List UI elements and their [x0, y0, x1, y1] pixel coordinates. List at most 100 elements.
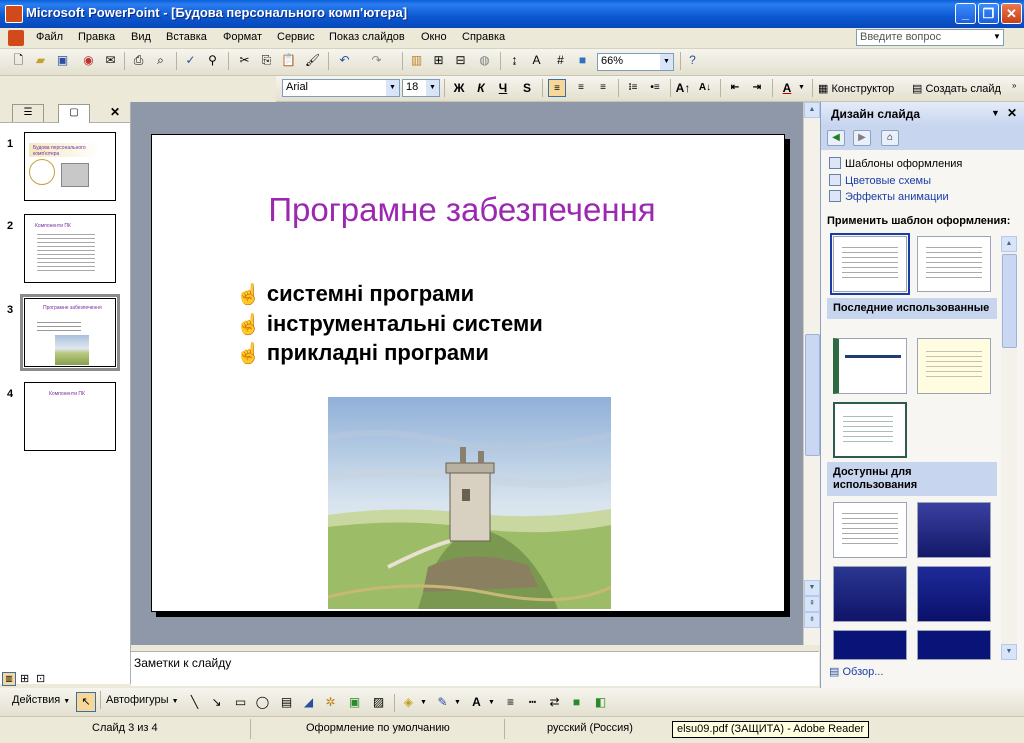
paste-icon[interactable]: 📋 [280, 52, 297, 69]
template-default-2[interactable] [917, 236, 991, 292]
template-available-2[interactable] [917, 502, 991, 558]
oval-icon[interactable]: ◯ [254, 694, 271, 711]
line-icon[interactable]: ╲ [186, 694, 203, 711]
menu-format[interactable]: Формат [223, 31, 262, 43]
template-available-3[interactable] [833, 566, 907, 622]
italic-button[interactable]: К [472, 79, 490, 97]
scroll-thumb[interactable] [805, 334, 820, 456]
template-default[interactable] [830, 233, 910, 295]
scroll-up-icon[interactable]: ▲ [1001, 236, 1017, 252]
castle-picture[interactable] [328, 397, 611, 609]
template-available-5[interactable] [833, 630, 907, 660]
previous-slide-icon[interactable]: ⇞ [804, 596, 820, 612]
save-icon[interactable]: ▣ [54, 52, 71, 69]
numbering-icon[interactable]: ⁝≡ [624, 79, 642, 97]
undo-icon[interactable]: ↶ [336, 52, 353, 69]
expand-all-icon[interactable]: ↨ [506, 52, 523, 69]
print-preview-icon[interactable]: ⌕ [152, 52, 169, 69]
font-size-combo[interactable]: 18 ▼ [402, 79, 440, 97]
spelling-icon[interactable]: ✓ [182, 52, 199, 69]
rectangle-icon[interactable]: ▭ [232, 694, 249, 711]
slide-vertical-scrollbar[interactable]: ▲ ▼ ⇞ ⇟ [803, 102, 820, 645]
slide-thumbnail-1[interactable]: Будова персонального комп'ютера [24, 132, 116, 201]
notes-pane[interactable]: Заметки к слайду [131, 651, 819, 686]
fill-color-icon[interactable]: ◈ [400, 694, 417, 711]
scroll-up-icon[interactable]: ▲ [804, 102, 820, 118]
slideshow-icon[interactable]: ⊡ [36, 672, 45, 685]
chevron-down-icon[interactable]: ▼ [420, 699, 427, 706]
chevron-down-icon[interactable]: ▼ [426, 80, 439, 96]
email-icon[interactable]: ✉ [102, 52, 119, 69]
cut-icon[interactable]: ✂ [236, 52, 253, 69]
shadow-style-icon[interactable]: ■ [568, 694, 585, 711]
toolbar-options-icon[interactable]: » [1012, 81, 1016, 90]
permission-icon[interactable]: ◉ [80, 52, 97, 69]
link-design-templates[interactable]: Шаблоны оформления [829, 157, 962, 170]
document-icon[interactable] [8, 30, 24, 46]
font-combo[interactable]: Arial ▼ [282, 79, 400, 97]
close-button[interactable]: ✕ [1001, 3, 1022, 24]
chevron-down-icon[interactable]: ▼ [798, 84, 805, 91]
tables-borders-icon[interactable]: ⊟ [452, 52, 469, 69]
bold-button[interactable]: Ж [450, 79, 468, 97]
increase-font-icon[interactable]: A↑ [674, 79, 692, 97]
print-icon[interactable]: ⎙ [130, 52, 147, 69]
select-pointer-icon[interactable]: ↖ [76, 692, 96, 712]
minimize-button[interactable]: _ [955, 3, 976, 24]
chevron-down-icon[interactable]: ▼ [993, 32, 1001, 41]
show-formatting-icon[interactable]: A [528, 52, 545, 69]
scroll-thumb[interactable] [1002, 254, 1017, 348]
dash-style-icon[interactable]: ┅ [524, 694, 541, 711]
autoshapes-menu[interactable]: Автофигуры ▼ [106, 694, 179, 706]
line-style-icon[interactable]: ≡ [502, 694, 519, 711]
textbox-icon[interactable]: ▤ [278, 694, 295, 711]
maximize-button[interactable]: ❐ [978, 3, 999, 24]
chevron-down-icon[interactable]: ▼ [488, 699, 495, 706]
font-color-icon[interactable]: A [468, 694, 485, 711]
ask-question-input[interactable]: Введите вопрос [856, 29, 1004, 46]
insert-chart-icon[interactable]: ▥ [408, 52, 425, 69]
diagram-icon[interactable]: ✲ [322, 694, 339, 711]
menu-view[interactable]: Вид [131, 31, 151, 43]
menu-window[interactable]: Окно [421, 31, 447, 43]
3d-style-icon[interactable]: ◧ [592, 694, 609, 711]
bullet-item[interactable]: ☝ прикладні програми [236, 340, 489, 366]
slide-canvas[interactable]: Програмне забезпечення ☝ системні програм… [151, 134, 785, 612]
show-grid-icon[interactable]: # [552, 52, 569, 69]
align-center-icon[interactable]: ≡ [572, 79, 590, 97]
arrow-icon[interactable]: ↘ [208, 694, 225, 711]
wordart-icon[interactable]: ◢ [300, 694, 317, 711]
increase-indent-icon[interactable]: ⇥ [748, 79, 766, 97]
line-color-icon[interactable]: ✎ [434, 694, 451, 711]
menu-edit[interactable]: Правка [78, 31, 115, 43]
task-pane-scrollbar[interactable]: ▲ ▼ [1001, 236, 1017, 660]
zoom-combo[interactable]: 66% ▼ [597, 53, 674, 71]
align-left-icon[interactable]: ≡ [548, 79, 566, 97]
close-icon[interactable]: ✕ [1007, 106, 1017, 120]
template-recent-1[interactable] [833, 338, 907, 394]
open-folder-icon[interactable]: ▰ [32, 52, 49, 69]
font-color-icon[interactable]: A [778, 79, 796, 97]
new-slide-button[interactable]: ▤ Создать слайд [912, 82, 1001, 95]
template-recent-3[interactable] [833, 402, 907, 458]
designer-button[interactable]: ▦ Конструктор [818, 82, 894, 95]
link-animation-effects[interactable]: Эффекты анимации [829, 190, 949, 203]
decrease-font-icon[interactable]: A↓ [696, 79, 714, 97]
forward-icon[interactable]: ▶ [853, 130, 871, 146]
clipart-icon[interactable]: ▣ [346, 694, 363, 711]
help-icon[interactable]: ? [684, 52, 701, 69]
format-painter-icon[interactable]: 🖌 [304, 52, 321, 69]
menu-tools[interactable]: Сервис [277, 31, 315, 43]
menu-insert[interactable]: Вставка [166, 31, 207, 43]
template-available-1[interactable] [833, 502, 907, 558]
slide-sorter-icon[interactable]: ⊞ [20, 672, 29, 685]
underline-button[interactable]: Ч [494, 79, 512, 97]
redo-icon[interactable]: ↷ [368, 52, 385, 69]
menu-slideshow[interactable]: Показ слайдов [329, 31, 405, 43]
close-icon[interactable]: ✕ [110, 105, 120, 119]
next-slide-icon[interactable]: ⇟ [804, 612, 820, 628]
normal-view-icon[interactable]: ▥ [2, 672, 16, 686]
color-grayscale-icon[interactable]: ■ [574, 52, 591, 69]
task-pane-title[interactable]: Дизайн слайда [831, 107, 920, 121]
template-recent-2[interactable] [917, 338, 991, 394]
